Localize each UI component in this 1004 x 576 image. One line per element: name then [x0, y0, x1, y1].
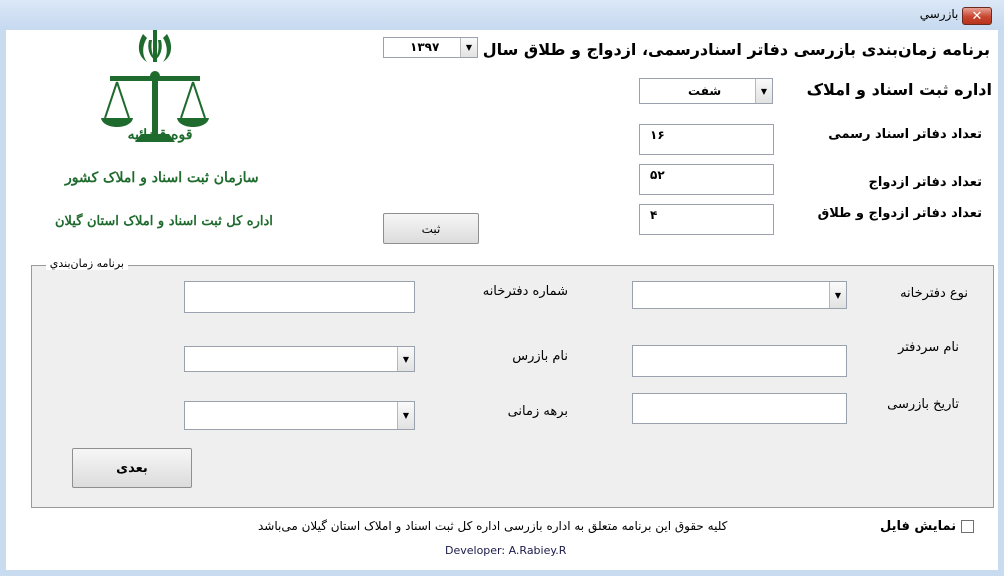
time-period-label: برهه زمانی — [507, 404, 568, 419]
marriage-office-count-value: ۵۲ — [650, 168, 665, 182]
office-type-select[interactable]: ▼ — [632, 281, 847, 309]
notary-name-field[interactable] — [632, 345, 847, 377]
notary-name-label: نام سردفتر — [898, 340, 959, 355]
marriage-office-count-label: تعداد دفاتر ازدواج — [868, 175, 982, 190]
page-title: برنامه زمان‌بندی بازرسی دفاتر اسنادرسمی،… — [482, 40, 990, 59]
show-file-checkbox[interactable]: نمایش فایل — [880, 519, 975, 534]
registry-office-label: اداره ثبت اسناد و املاک — [806, 80, 992, 99]
logo-line-provincial-office: اداره کل ثبت اسناد و املاک استان گیلان — [55, 214, 273, 229]
close-icon: ✕ — [971, 8, 983, 24]
notary-office-count-field[interactable]: ۱۶ — [639, 124, 774, 155]
title-bar — [0, 0, 1004, 30]
copyright-note: کلیه حقوق این برنامه متعلق به اداره بازر… — [258, 519, 728, 533]
time-period-select[interactable]: ▼ — [184, 401, 415, 430]
office-number-field[interactable] — [184, 281, 415, 313]
logo-line-judiciary: قوه قضائیه — [127, 127, 193, 143]
marriage-divorce-office-count-field[interactable]: ۴ — [639, 204, 774, 235]
next-button[interactable]: بعدی — [72, 448, 192, 488]
chevron-down-icon[interactable]: ▼ — [397, 402, 414, 429]
inspector-name-label: نام بازرس — [512, 349, 568, 364]
registry-office-value: شفت — [688, 84, 722, 98]
office-number-label: شماره دفترخانه — [482, 284, 568, 299]
marriage-office-count-field[interactable]: ۵۲ — [639, 164, 774, 195]
chevron-down-icon[interactable]: ▼ — [829, 282, 846, 308]
inspection-date-label: تاریخ بازرسی — [887, 397, 959, 412]
close-button[interactable]: ✕ — [962, 7, 992, 25]
logo-line-organization: سازمان ثبت اسناد و املاک کشور — [65, 170, 259, 186]
year-select[interactable]: ۱۳۹۷ ▼ — [383, 37, 478, 58]
chevron-down-icon[interactable]: ▼ — [397, 347, 414, 371]
developer-credit: Developer: A.Rabiey.R — [445, 544, 567, 557]
notary-office-count-value: ۱۶ — [650, 128, 665, 142]
year-select-value: ۱۳۹۷ — [410, 40, 440, 54]
chevron-down-icon[interactable]: ▼ — [460, 38, 477, 57]
schedule-groupbox-caption: برنامه زمان‌بندي — [45, 257, 128, 270]
marriage-divorce-office-count-value: ۴ — [650, 208, 658, 222]
inspection-date-field[interactable] — [632, 393, 847, 424]
registry-office-select[interactable]: شفت ▼ — [639, 78, 773, 104]
judiciary-logo: قوه قضائیه سازمان ثبت اسناد و املاک کشور… — [55, 30, 273, 245]
marriage-divorce-office-count-label: تعداد دفاتر ازدواج و طلاق — [817, 206, 982, 221]
show-file-label: نمایش فایل — [880, 519, 957, 534]
register-button[interactable]: ثبت — [383, 213, 479, 244]
chevron-down-icon[interactable]: ▼ — [755, 79, 772, 103]
notary-office-count-label: تعداد دفاتر اسناد رسمی — [828, 127, 982, 142]
checkbox-box[interactable] — [961, 520, 975, 533]
inspector-name-select[interactable]: ▼ — [184, 346, 415, 372]
office-type-label: نوع دفترخانه — [900, 286, 968, 301]
